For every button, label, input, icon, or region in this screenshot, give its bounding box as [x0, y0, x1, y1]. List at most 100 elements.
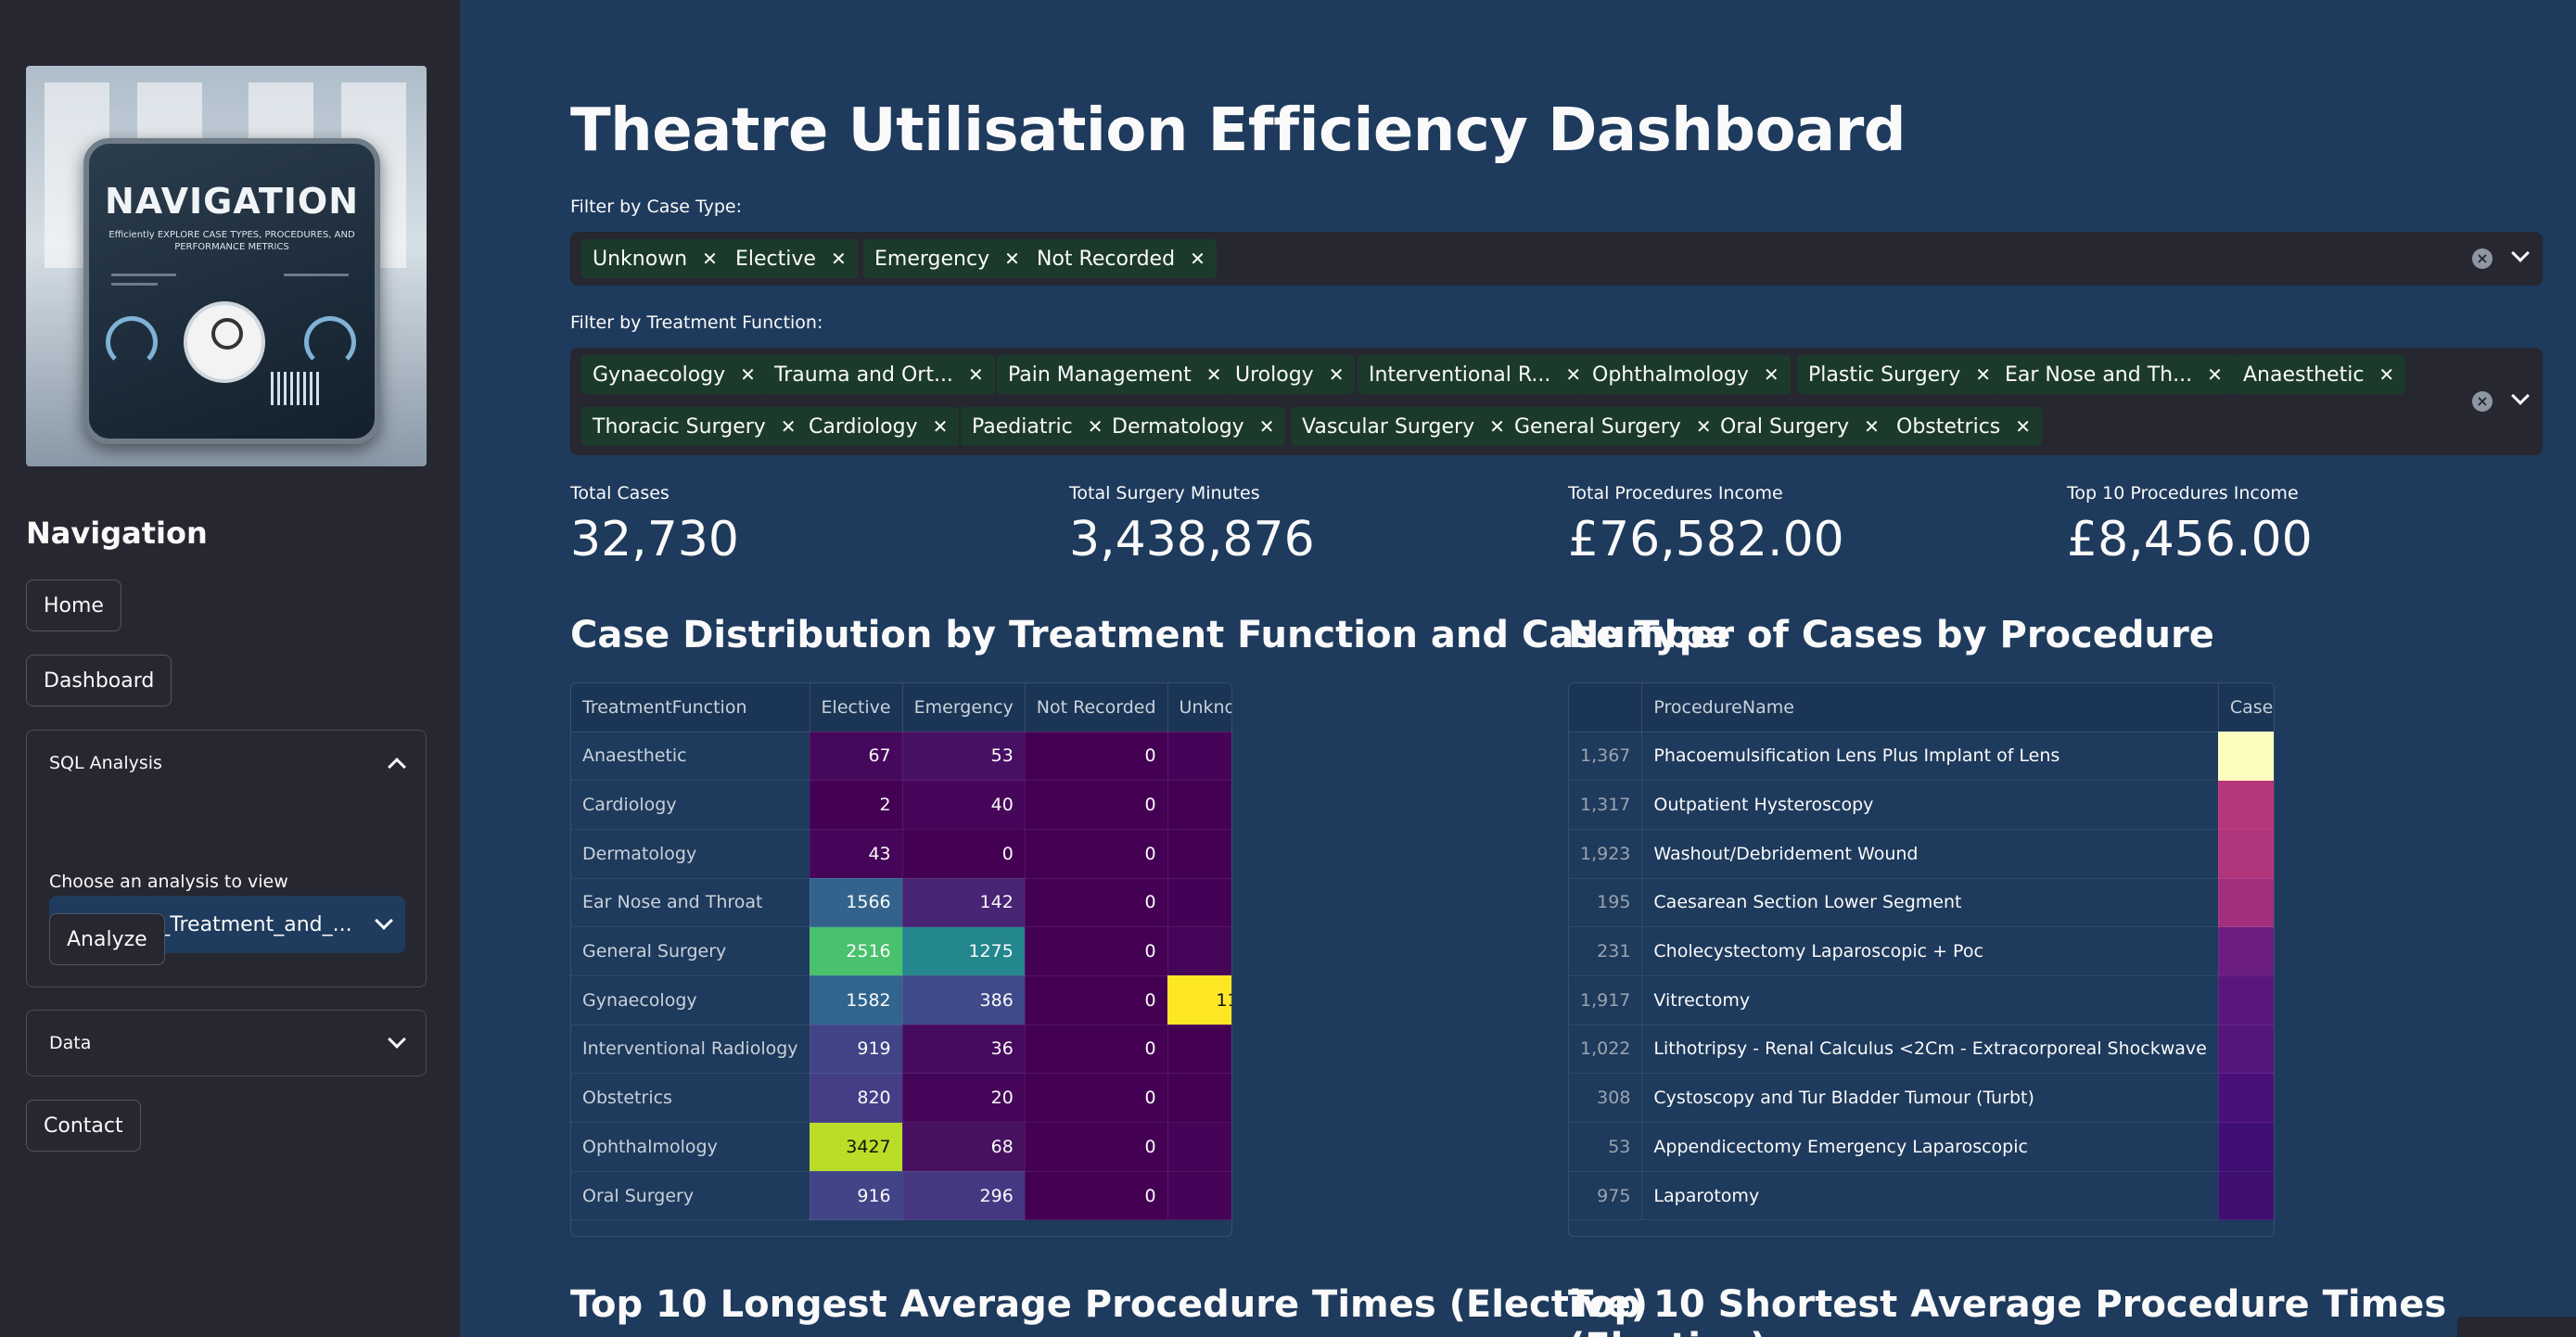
remove-tag-icon[interactable]: ✕ — [1565, 363, 1581, 386]
column-header[interactable]: ProcedureName — [1641, 683, 2219, 732]
clear-all-icon[interactable]: × — [2472, 248, 2493, 269]
remove-tag-icon[interactable]: ✕ — [1190, 248, 1205, 270]
table-cell: 3427 — [810, 1122, 903, 1172]
page-title: Theatre Utilisation Efficiency Dashboard — [570, 96, 1906, 165]
column-header[interactable]: TreatmentFunction — [571, 683, 810, 732]
case-count: 864 — [2218, 829, 2274, 879]
treatment-multiselect[interactable]: Gynaecology ✕ Trauma and Ort... ✕ Pain Man… — [570, 348, 2543, 455]
sidebar: NAVIGATION Efficiently EXPLORE CASE TYPE… — [0, 0, 460, 1337]
column-header[interactable] — [1569, 683, 1643, 732]
case-count: 383 — [2218, 1122, 2274, 1172]
tag-label: Cardiology — [809, 414, 918, 439]
table-row: 1,317Outpatient Hysteroscopy888 — [1569, 780, 2274, 830]
remove-tag-icon[interactable]: ✕ — [2207, 363, 2223, 386]
column-header[interactable]: Elective — [810, 683, 903, 732]
procedure-name: Cholecystectomy Laparoscopic + Poc — [1641, 926, 2219, 976]
gauge-icon — [304, 316, 356, 368]
table-cell: 386 — [902, 975, 1026, 1025]
treatment-tag: Ophthalmology ✕ — [1581, 355, 1791, 394]
remove-tag-icon[interactable]: ✕ — [1864, 415, 1880, 438]
case-count: 419 — [2218, 1073, 2274, 1123]
table-cell: 67 — [810, 732, 903, 782]
table-row: 975Laparotomy373 — [1569, 1171, 2274, 1221]
treatment-tag: Obstetrics ✕ — [1885, 407, 2043, 446]
sql-analysis-expander-header[interactable]: SQL Analysis — [27, 731, 426, 796]
remove-tag-icon[interactable]: ✕ — [1975, 363, 1991, 386]
case-type-tag: Unknown ✕ — [581, 239, 729, 278]
row-index: 1,022 — [1569, 1025, 1643, 1075]
table-row: Anaesthetic675303 — [571, 732, 1231, 782]
sidebar-title: Navigation — [26, 516, 208, 551]
chevron-down-icon[interactable] — [2511, 387, 2530, 405]
column-header[interactable]: Unknown — [1167, 683, 1231, 732]
table-cell: 20 — [902, 1073, 1026, 1123]
case-distribution-table[interactable]: TreatmentFunction Elective Emergency Not Re… — [570, 682, 1232, 1237]
chevron-down-icon[interactable] — [2511, 244, 2530, 262]
remove-tag-icon[interactable]: ✕ — [1004, 248, 1020, 270]
table-cell: 0 — [1025, 1073, 1168, 1123]
data-expander-header[interactable]: Data — [27, 1011, 426, 1076]
treatment-tag: Anaesthetic ✕ — [2232, 355, 2406, 394]
remove-tag-icon[interactable]: ✕ — [1329, 363, 1345, 386]
tag-label: Urology — [1235, 363, 1314, 387]
remove-tag-icon[interactable]: ✕ — [2015, 415, 2031, 438]
remove-tag-icon[interactable]: ✕ — [1206, 363, 1222, 386]
remove-tag-icon[interactable]: ✕ — [968, 363, 984, 386]
remove-tag-icon[interactable]: ✕ — [933, 415, 949, 438]
remove-tag-icon[interactable]: ✕ — [1259, 415, 1275, 438]
remove-tag-icon[interactable]: ✕ — [1764, 363, 1779, 386]
case-type-filter-label: Filter by Case Type: — [570, 197, 743, 217]
procedure-name: Vitrectomy — [1641, 975, 2219, 1025]
table-cell: 2516 — [810, 926, 903, 976]
remove-tag-icon[interactable]: ✕ — [2378, 363, 2394, 386]
tag-label: Trauma and Ort... — [774, 363, 953, 387]
table-row: 1,923Washout/Debridement Wound864 — [1569, 829, 2274, 879]
remove-tag-icon[interactable]: ✕ — [702, 248, 718, 270]
home-button[interactable]: Home — [26, 579, 121, 631]
longest-times-heading: Top 10 Longest Average Procedure Times (… — [570, 1283, 1649, 1326]
case-count: 476 — [2218, 1025, 2274, 1075]
analyze-button[interactable]: Analyze — [49, 913, 165, 965]
table-cell: 820 — [810, 1073, 903, 1123]
seal-logo — [184, 301, 265, 383]
cases-by-procedure-table[interactable]: ProcedureNameCaseCount 1,367Phacoemulsif… — [1568, 682, 2275, 1237]
table-cell: 0 — [1025, 878, 1168, 928]
case-count: 563 — [2218, 926, 2274, 976]
treatment-tag: Thoracic Surgery ✕ — [581, 407, 808, 446]
tag-label: Obstetrics — [1896, 414, 2001, 439]
treatment-tag: Dermatology ✕ — [1101, 407, 1286, 446]
table-row: Obstetrics8202000 — [571, 1073, 1231, 1123]
table-row: Cardiology24000 — [571, 780, 1231, 830]
table-cell: 0 — [1025, 780, 1168, 830]
table-row: Interventional Radiology9193600 — [571, 1025, 1231, 1075]
procedure-name: Lithotripsy - Renal Calculus <2Cm - Extr… — [1641, 1025, 2219, 1075]
sql-analysis-label: SQL Analysis — [49, 753, 162, 773]
clear-all-icon[interactable]: × — [2472, 391, 2493, 412]
row-index: 1,923 — [1569, 829, 1643, 879]
analysis-select-label: Choose an analysis to view — [49, 872, 288, 892]
row-index: 308 — [1569, 1073, 1643, 1123]
tag-label: Vascular Surgery — [1302, 414, 1475, 439]
metric-label-total-income: Total Procedures Income — [1568, 483, 1783, 503]
case-type-multiselect[interactable]: Unknown ✕ Elective ✕ Emergency ✕ Not Record… — [570, 232, 2543, 286]
treatment-filter-label: Filter by Treatment Function: — [570, 312, 823, 333]
chevron-down-icon — [375, 911, 393, 930]
table-row: Ophthalmology34276809 — [571, 1122, 1231, 1172]
table-cell: 0 — [1167, 1073, 1231, 1123]
remove-tag-icon[interactable]: ✕ — [831, 248, 847, 270]
column-header[interactable]: Not Recorded — [1025, 683, 1168, 732]
metric-value-total-cases: 32,730 — [570, 512, 739, 567]
contact-button[interactable]: Contact — [26, 1100, 141, 1152]
column-header[interactable]: CaseCount — [2218, 683, 2274, 732]
row-index: 1,917 — [1569, 975, 1643, 1025]
column-header[interactable]: Emergency — [902, 683, 1026, 732]
table-cell: 0 — [1025, 1171, 1168, 1221]
tag-label: Gynaecology — [593, 363, 726, 387]
remove-tag-icon[interactable]: ✕ — [781, 415, 797, 438]
row-index: 975 — [1569, 1171, 1643, 1221]
table-cell: 0 — [1025, 975, 1168, 1025]
metric-label-total-minutes: Total Surgery Minutes — [1069, 483, 1260, 503]
table-cell: 1566 — [810, 878, 903, 928]
remove-tag-icon[interactable]: ✕ — [740, 363, 756, 386]
dashboard-button[interactable]: Dashboard — [26, 655, 172, 707]
